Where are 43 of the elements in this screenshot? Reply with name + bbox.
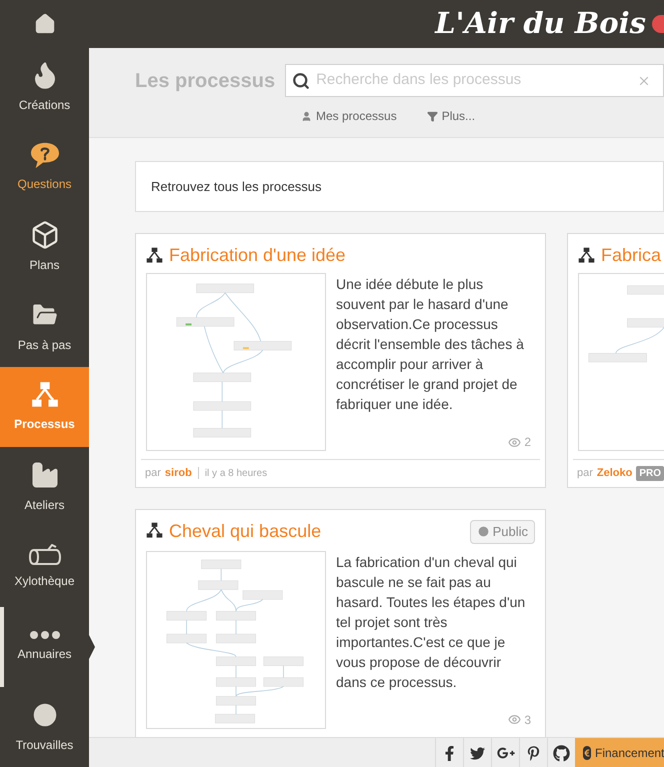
site-logo[interactable]: L'Air du Bois	[435, 2, 646, 46]
log-icon	[28, 544, 62, 566]
sidebar-item[interactable]: Ateliers	[0, 447, 89, 527]
filter-link[interactable]: Mes processus	[301, 107, 397, 125]
question-bubble-icon	[28, 141, 60, 169]
sidebar-item[interactable]: Créations	[0, 47, 89, 127]
pro-badge: PRO	[636, 466, 664, 481]
euro-icon	[583, 746, 591, 760]
flowchart-icon	[578, 246, 595, 264]
sidebar-item[interactable]: Xylothèque	[0, 527, 89, 607]
search-icon	[292, 72, 310, 90]
sidebar-item[interactable]: Pas à pas	[0, 287, 89, 367]
flowchart-icon	[146, 246, 163, 264]
beta-badge	[652, 15, 664, 33]
card-description: Une idée débute le plus souvent par le hasard d'une observation.Ce processus décrit l'ensemble des tâches à accomplir pour arriver à concrétiser le grand projet de fabriquer une idée.	[336, 275, 525, 414]
factory-icon	[30, 460, 60, 490]
dots-icon	[30, 631, 60, 639]
eye-icon	[508, 713, 522, 726]
visibility-tag: Public	[470, 520, 535, 544]
github-icon	[553, 744, 570, 762]
view-count: 2	[508, 433, 535, 451]
sidebar-item[interactable]: Questions	[0, 127, 89, 207]
filter-link[interactable]: Plus...	[426, 107, 476, 125]
funding-button[interactable]: Financement	[575, 738, 664, 767]
filter-icon	[426, 110, 438, 122]
author-prefix: par	[577, 466, 593, 481]
flowchart-icon	[146, 522, 163, 539]
twitter-icon	[470, 746, 485, 760]
sidebar-item[interactable]: Annuaires	[0, 607, 89, 687]
sidebar-item[interactable]: Trouvailles	[0, 687, 89, 767]
page-title: Les processus	[135, 68, 276, 94]
flowchart-icon	[30, 381, 58, 409]
view-count: 3	[508, 710, 535, 728]
user-icon	[301, 110, 312, 122]
cube-icon	[30, 220, 60, 250]
card-description: La fabrication d'un cheval qui bascule ne se fait pas au hasard. Toutes les étapes d'un tel projet sont très importantes.C'est ce que je vous propose de découvrir dans ce processus.	[336, 552, 526, 692]
home-icon	[34, 12, 56, 34]
eye-icon	[508, 436, 522, 448]
post-time: il y a 8 heures	[204, 466, 268, 481]
pinterest-icon	[526, 746, 541, 760]
intro-text: Retrouvez tous les processus	[151, 178, 322, 196]
author-prefix: par	[145, 466, 161, 481]
sidebar-item[interactable]: Plans	[0, 207, 89, 287]
